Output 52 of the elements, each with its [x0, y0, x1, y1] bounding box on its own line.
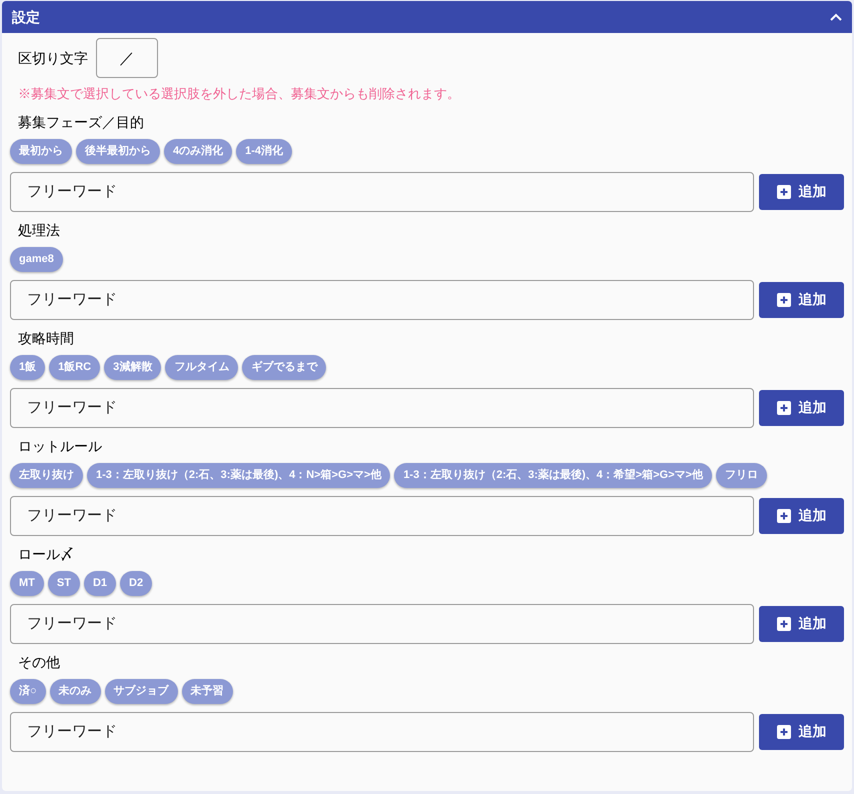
option-chip[interactable]: D1	[84, 570, 116, 596]
plus-square-icon	[776, 400, 790, 414]
option-chip[interactable]: 済○	[10, 678, 46, 704]
notice-text: ※募集文で選択している選択肢を外した場合、募集文からも削除されます。	[17, 85, 461, 103]
option-chip[interactable]: 後半最初から	[76, 138, 160, 164]
separator-field[interactable]: ／	[96, 38, 158, 78]
section-label: 処理法	[17, 220, 61, 240]
free-word-field[interactable]: フリーワード	[10, 604, 754, 644]
add-button[interactable]: 追加	[759, 282, 844, 318]
plus-square-icon	[776, 724, 790, 738]
option-chip[interactable]: ギブでるまで	[242, 354, 326, 380]
panel-header[interactable]: 設定	[2, 1, 852, 33]
option-chip[interactable]: 4のみ消化	[164, 138, 232, 164]
plus-square-icon	[776, 184, 790, 198]
panel-title: 設定	[12, 8, 40, 26]
option-chip[interactable]: ST	[48, 570, 80, 596]
option-chip[interactable]: フルタイム	[165, 354, 238, 380]
section-label: ロットルール	[17, 436, 103, 456]
add-button[interactable]: 追加	[759, 606, 844, 642]
chevron-icon[interactable]	[830, 13, 842, 21]
option-chip[interactable]: 左取り抜け	[10, 462, 83, 488]
plus-square-icon	[776, 508, 790, 522]
plus-square-icon	[776, 616, 790, 630]
option-chip[interactable]: game8	[10, 246, 63, 272]
free-word-field[interactable]: フリーワード	[10, 388, 754, 428]
add-button[interactable]: 追加	[759, 714, 844, 750]
add-button[interactable]: 追加	[759, 390, 844, 426]
section-label: 募集フェーズ／目的	[17, 112, 145, 132]
section-label: その他	[17, 652, 61, 672]
option-chip[interactable]: 最初から	[10, 138, 72, 164]
free-word-field[interactable]: フリーワード	[10, 172, 754, 212]
option-chip[interactable]: 未予習	[182, 678, 233, 704]
option-chip[interactable]: D2	[120, 570, 152, 596]
option-chip[interactable]: 1飯	[10, 354, 46, 380]
option-chip[interactable]: 1-3：左取り抜け（2:石、3:薬は最後)、4：希望>箱>G>マ>他	[394, 462, 712, 488]
option-chip[interactable]: 1-4消化	[236, 138, 292, 164]
plus-square-icon	[776, 292, 790, 306]
option-chip[interactable]: 1飯RC	[49, 354, 100, 380]
section-label: ロール〆	[17, 544, 75, 564]
option-chip[interactable]: 1-3：左取り抜け（2:石、3:薬は最後)、4：N>箱>G>マ>他	[87, 462, 390, 488]
option-chip[interactable]: サブジョブ	[104, 678, 178, 704]
free-word-field[interactable]: フリーワード	[10, 496, 754, 536]
separator-label: 区切り文字	[18, 48, 88, 68]
add-button[interactable]: 追加	[759, 498, 844, 534]
option-chip[interactable]: 3減解散	[104, 354, 162, 380]
free-word-field[interactable]: フリーワード	[10, 712, 754, 752]
option-chip[interactable]: MT	[10, 570, 44, 596]
free-word-field[interactable]: フリーワード	[10, 280, 754, 320]
section-label: 攻略時間	[17, 328, 75, 348]
option-chip[interactable]: フリロ	[716, 462, 767, 488]
option-chip[interactable]: 未のみ	[50, 678, 101, 704]
add-button[interactable]: 追加	[759, 174, 844, 210]
